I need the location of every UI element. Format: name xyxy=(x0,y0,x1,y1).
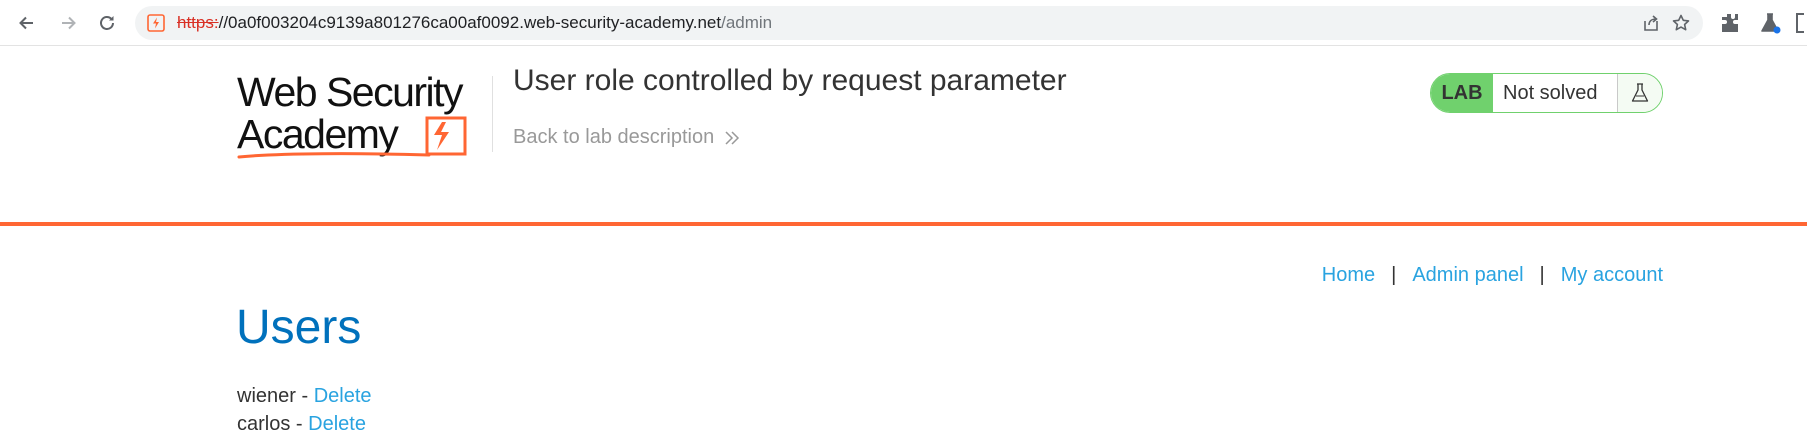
delete-user-link[interactable]: Delete xyxy=(314,385,372,407)
top-navigation: Home | Admin panel | My account xyxy=(1322,264,1663,287)
address-bar[interactable]: https://0a0f003204c9139a801276ca00af0092… xyxy=(135,6,1703,40)
double-chevron-right-icon xyxy=(725,130,740,145)
nav-separator: | xyxy=(1539,264,1545,286)
list-item: wiener - Delete xyxy=(237,382,372,410)
back-arrow-icon[interactable] xyxy=(12,8,42,38)
web-security-academy-logo[interactable]: Web Security Academy xyxy=(237,72,489,164)
url-path: /admin xyxy=(721,13,773,32)
url-host: //0a0f003204c9139a801276ca00af0092.web-s… xyxy=(218,13,722,32)
nav-separator: | xyxy=(1391,264,1397,286)
user-list: wiener - Delete carlos - Delete xyxy=(237,382,372,438)
site-warning-icon[interactable] xyxy=(147,14,165,32)
lab-status-text: Not solved xyxy=(1503,81,1598,104)
my-account-link[interactable]: My account xyxy=(1561,264,1663,287)
browser-toolbar: https://0a0f003204c9139a801276ca00af0092… xyxy=(0,0,1807,46)
page-title: Users xyxy=(236,301,362,354)
user-separator: - xyxy=(295,385,314,407)
admin-panel-link[interactable]: Admin panel xyxy=(1412,264,1523,287)
flask-icon xyxy=(1617,74,1662,112)
share-icon[interactable] xyxy=(1641,13,1661,33)
header-divider xyxy=(492,76,493,152)
svg-text:Academy: Academy xyxy=(237,111,399,157)
user-separator: - xyxy=(290,413,309,435)
forward-arrow-icon[interactable] xyxy=(53,8,83,38)
url-scheme: https: xyxy=(177,13,219,32)
username: carlos xyxy=(237,413,291,435)
list-item: carlos - Delete xyxy=(237,410,372,438)
extensions-icon[interactable] xyxy=(1718,11,1742,35)
reload-icon[interactable] xyxy=(92,8,122,38)
url-text: https://0a0f003204c9139a801276ca00af0092… xyxy=(177,6,772,40)
back-link-label: Back to lab description xyxy=(513,126,715,148)
home-link[interactable]: Home xyxy=(1322,264,1375,287)
svg-text:Web Security: Web Security xyxy=(237,72,464,115)
back-to-lab-link[interactable]: Back to lab description xyxy=(513,126,740,149)
side-panel-icon[interactable] xyxy=(1796,13,1804,33)
username: wiener xyxy=(237,385,296,407)
lab-flask-extension-icon[interactable] xyxy=(1758,11,1782,35)
delete-user-link[interactable]: Delete xyxy=(308,413,366,435)
lab-badge: LAB xyxy=(1431,74,1493,112)
bookmark-star-icon[interactable] xyxy=(1671,13,1691,33)
lab-status-widget: LAB Not solved xyxy=(1430,73,1663,113)
header-accent-line xyxy=(0,222,1807,226)
lab-title: User role controlled by request paramete… xyxy=(513,64,1067,97)
